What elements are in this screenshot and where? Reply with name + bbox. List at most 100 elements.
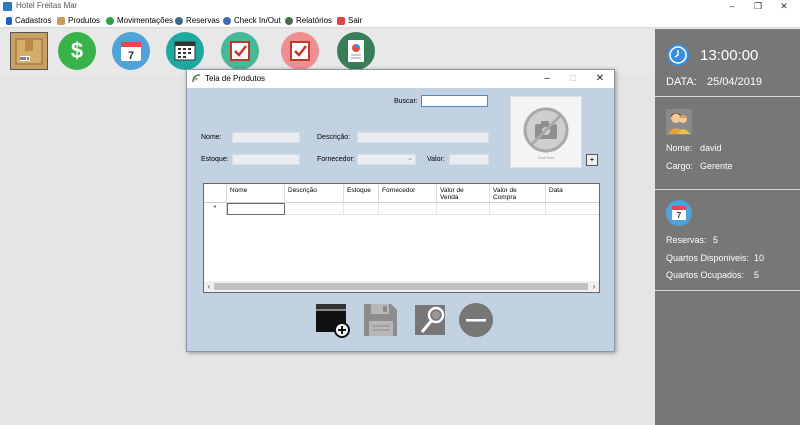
ocupados-label: Quartos Ocupados: <box>666 270 745 280</box>
menu-produtos[interactable]: Produtos <box>57 13 100 28</box>
agenda-button[interactable] <box>166 32 204 70</box>
close-button[interactable]: ✕ <box>774 0 794 13</box>
dialog-minimize-button[interactable]: – <box>539 72 555 86</box>
buscar-input[interactable] <box>421 95 488 107</box>
table-cell[interactable] <box>285 203 344 215</box>
scroll-left-icon[interactable]: ‹ <box>204 281 214 292</box>
menu-label: Cadastros <box>15 16 52 25</box>
column-header[interactable]: Valor de Venda <box>437 184 490 203</box>
calendar-icon: 7 <box>112 32 150 70</box>
valor-input[interactable] <box>449 154 489 165</box>
estoque-input[interactable] <box>232 154 300 165</box>
products-grid[interactable]: Nome Descrição Estoque Fornecedor Valor … <box>203 183 600 293</box>
valor-label: Valor: <box>427 156 445 163</box>
buscar-label: Buscar: <box>394 98 418 105</box>
table-cell[interactable] <box>437 203 490 215</box>
produtos-button[interactable] <box>10 32 48 70</box>
edit-search-icon <box>415 305 445 335</box>
add-product-icon <box>316 304 350 338</box>
row-header-corner <box>204 184 227 203</box>
reservas-button[interactable]: 7 <box>112 32 150 70</box>
horizontal-scrollbar[interactable]: ‹ › <box>204 281 599 292</box>
user-role: Gerente <box>700 161 733 171</box>
divider <box>655 96 800 97</box>
menu-checkinout[interactable]: Check In/Out <box>223 13 281 28</box>
checkout-button[interactable] <box>281 32 319 70</box>
disponiveis-label: Quartos Disponiveis: <box>666 253 750 263</box>
edit-button[interactable] <box>412 302 448 338</box>
column-header[interactable]: Valor de Compra <box>490 184 546 203</box>
checkin-icon <box>221 32 259 70</box>
clock-icon <box>667 44 689 66</box>
app-icon <box>3 2 12 11</box>
delete-button[interactable] <box>458 302 494 338</box>
minimize-button[interactable]: – <box>722 0 742 13</box>
menu-sair[interactable]: Sair <box>337 13 362 28</box>
user-role-label: Cargo: <box>666 161 694 171</box>
checkout-icon <box>281 32 319 70</box>
no-photo-icon: Sem foto <box>523 107 569 160</box>
column-header[interactable]: Fornecedor <box>379 184 437 203</box>
movimentacoes-button[interactable]: $ <box>58 32 96 70</box>
products-icon <box>57 16 65 25</box>
produtos-dialog: Tela de Produtos – □ ✕ Buscar: Nome: Des… <box>186 69 615 352</box>
user-name: david <box>700 143 722 153</box>
date-label: DATA: <box>666 76 697 88</box>
divider <box>655 290 800 291</box>
calendar-icon <box>175 16 183 25</box>
bookmark-icon <box>6 16 12 25</box>
add-product-button[interactable] <box>315 302 351 338</box>
menu-bar: Cadastros Produtos Movimentações Reserva… <box>0 13 800 28</box>
check-icon <box>223 16 231 25</box>
report-icon <box>285 16 293 25</box>
menu-label: Movimentações <box>117 16 174 25</box>
dialog-maximize-button[interactable]: □ <box>565 72 581 86</box>
menu-reservas[interactable]: Reservas <box>175 13 220 28</box>
photo-caption: Sem foto <box>538 155 555 160</box>
reservas-count: 5 <box>713 235 719 245</box>
menu-label: Reservas <box>186 16 220 25</box>
checkin-button[interactable] <box>221 32 259 70</box>
dialog-titlebar: Tela de Produtos – □ ✕ <box>187 70 614 88</box>
save-icon <box>364 304 397 336</box>
table-cell[interactable] <box>344 203 379 215</box>
fornecedor-label: Fornecedor: <box>317 156 355 163</box>
table-cell[interactable] <box>379 203 437 215</box>
descricao-input[interactable] <box>357 132 489 143</box>
fornecedor-select[interactable]: ⌄ <box>357 154 416 165</box>
new-row-marker[interactable]: * <box>204 203 227 215</box>
table-cell[interactable] <box>546 203 599 215</box>
toolbar: $ 7 <box>0 29 655 74</box>
relatorios-button[interactable] <box>337 32 375 70</box>
disponiveis-count: 10 <box>754 253 765 263</box>
window-title: Hotel Freitas Mar <box>16 1 78 10</box>
add-photo-button[interactable]: + <box>586 154 598 166</box>
money-icon: $ <box>58 32 96 70</box>
menu-label: Relatórios <box>296 16 333 25</box>
dialog-close-button[interactable]: ✕ <box>592 72 608 86</box>
divider <box>655 189 800 190</box>
column-header[interactable]: Nome <box>227 184 285 203</box>
clock-time: 13:00:00 <box>700 47 759 64</box>
schedule-icon <box>166 32 204 70</box>
money-icon <box>106 16 114 25</box>
scroll-right-icon[interactable]: › <box>589 281 599 292</box>
column-header[interactable]: Estoque <box>344 184 379 203</box>
scroll-thumb[interactable] <box>214 283 588 290</box>
estoque-label: Estoque: <box>201 156 229 163</box>
table-cell[interactable] <box>227 203 285 215</box>
svg-text:7: 7 <box>128 50 134 62</box>
descricao-label: Descrição: <box>317 134 351 141</box>
exit-icon <box>337 16 345 25</box>
save-button[interactable] <box>363 302 399 338</box>
nome-input[interactable] <box>232 132 300 143</box>
menu-movimentacoes[interactable]: Movimentações <box>106 13 173 28</box>
column-header[interactable]: Data <box>546 184 599 203</box>
report-icon <box>337 32 375 70</box>
restore-button[interactable]: ❐ <box>748 0 768 13</box>
column-header[interactable]: Descrição <box>285 184 344 203</box>
window-titlebar: Hotel Freitas Mar – ❐ ✕ <box>0 0 800 13</box>
menu-relatorios[interactable]: Relatórios <box>285 13 332 28</box>
menu-cadastros[interactable]: Cadastros <box>6 13 51 28</box>
table-cell[interactable] <box>490 203 546 215</box>
